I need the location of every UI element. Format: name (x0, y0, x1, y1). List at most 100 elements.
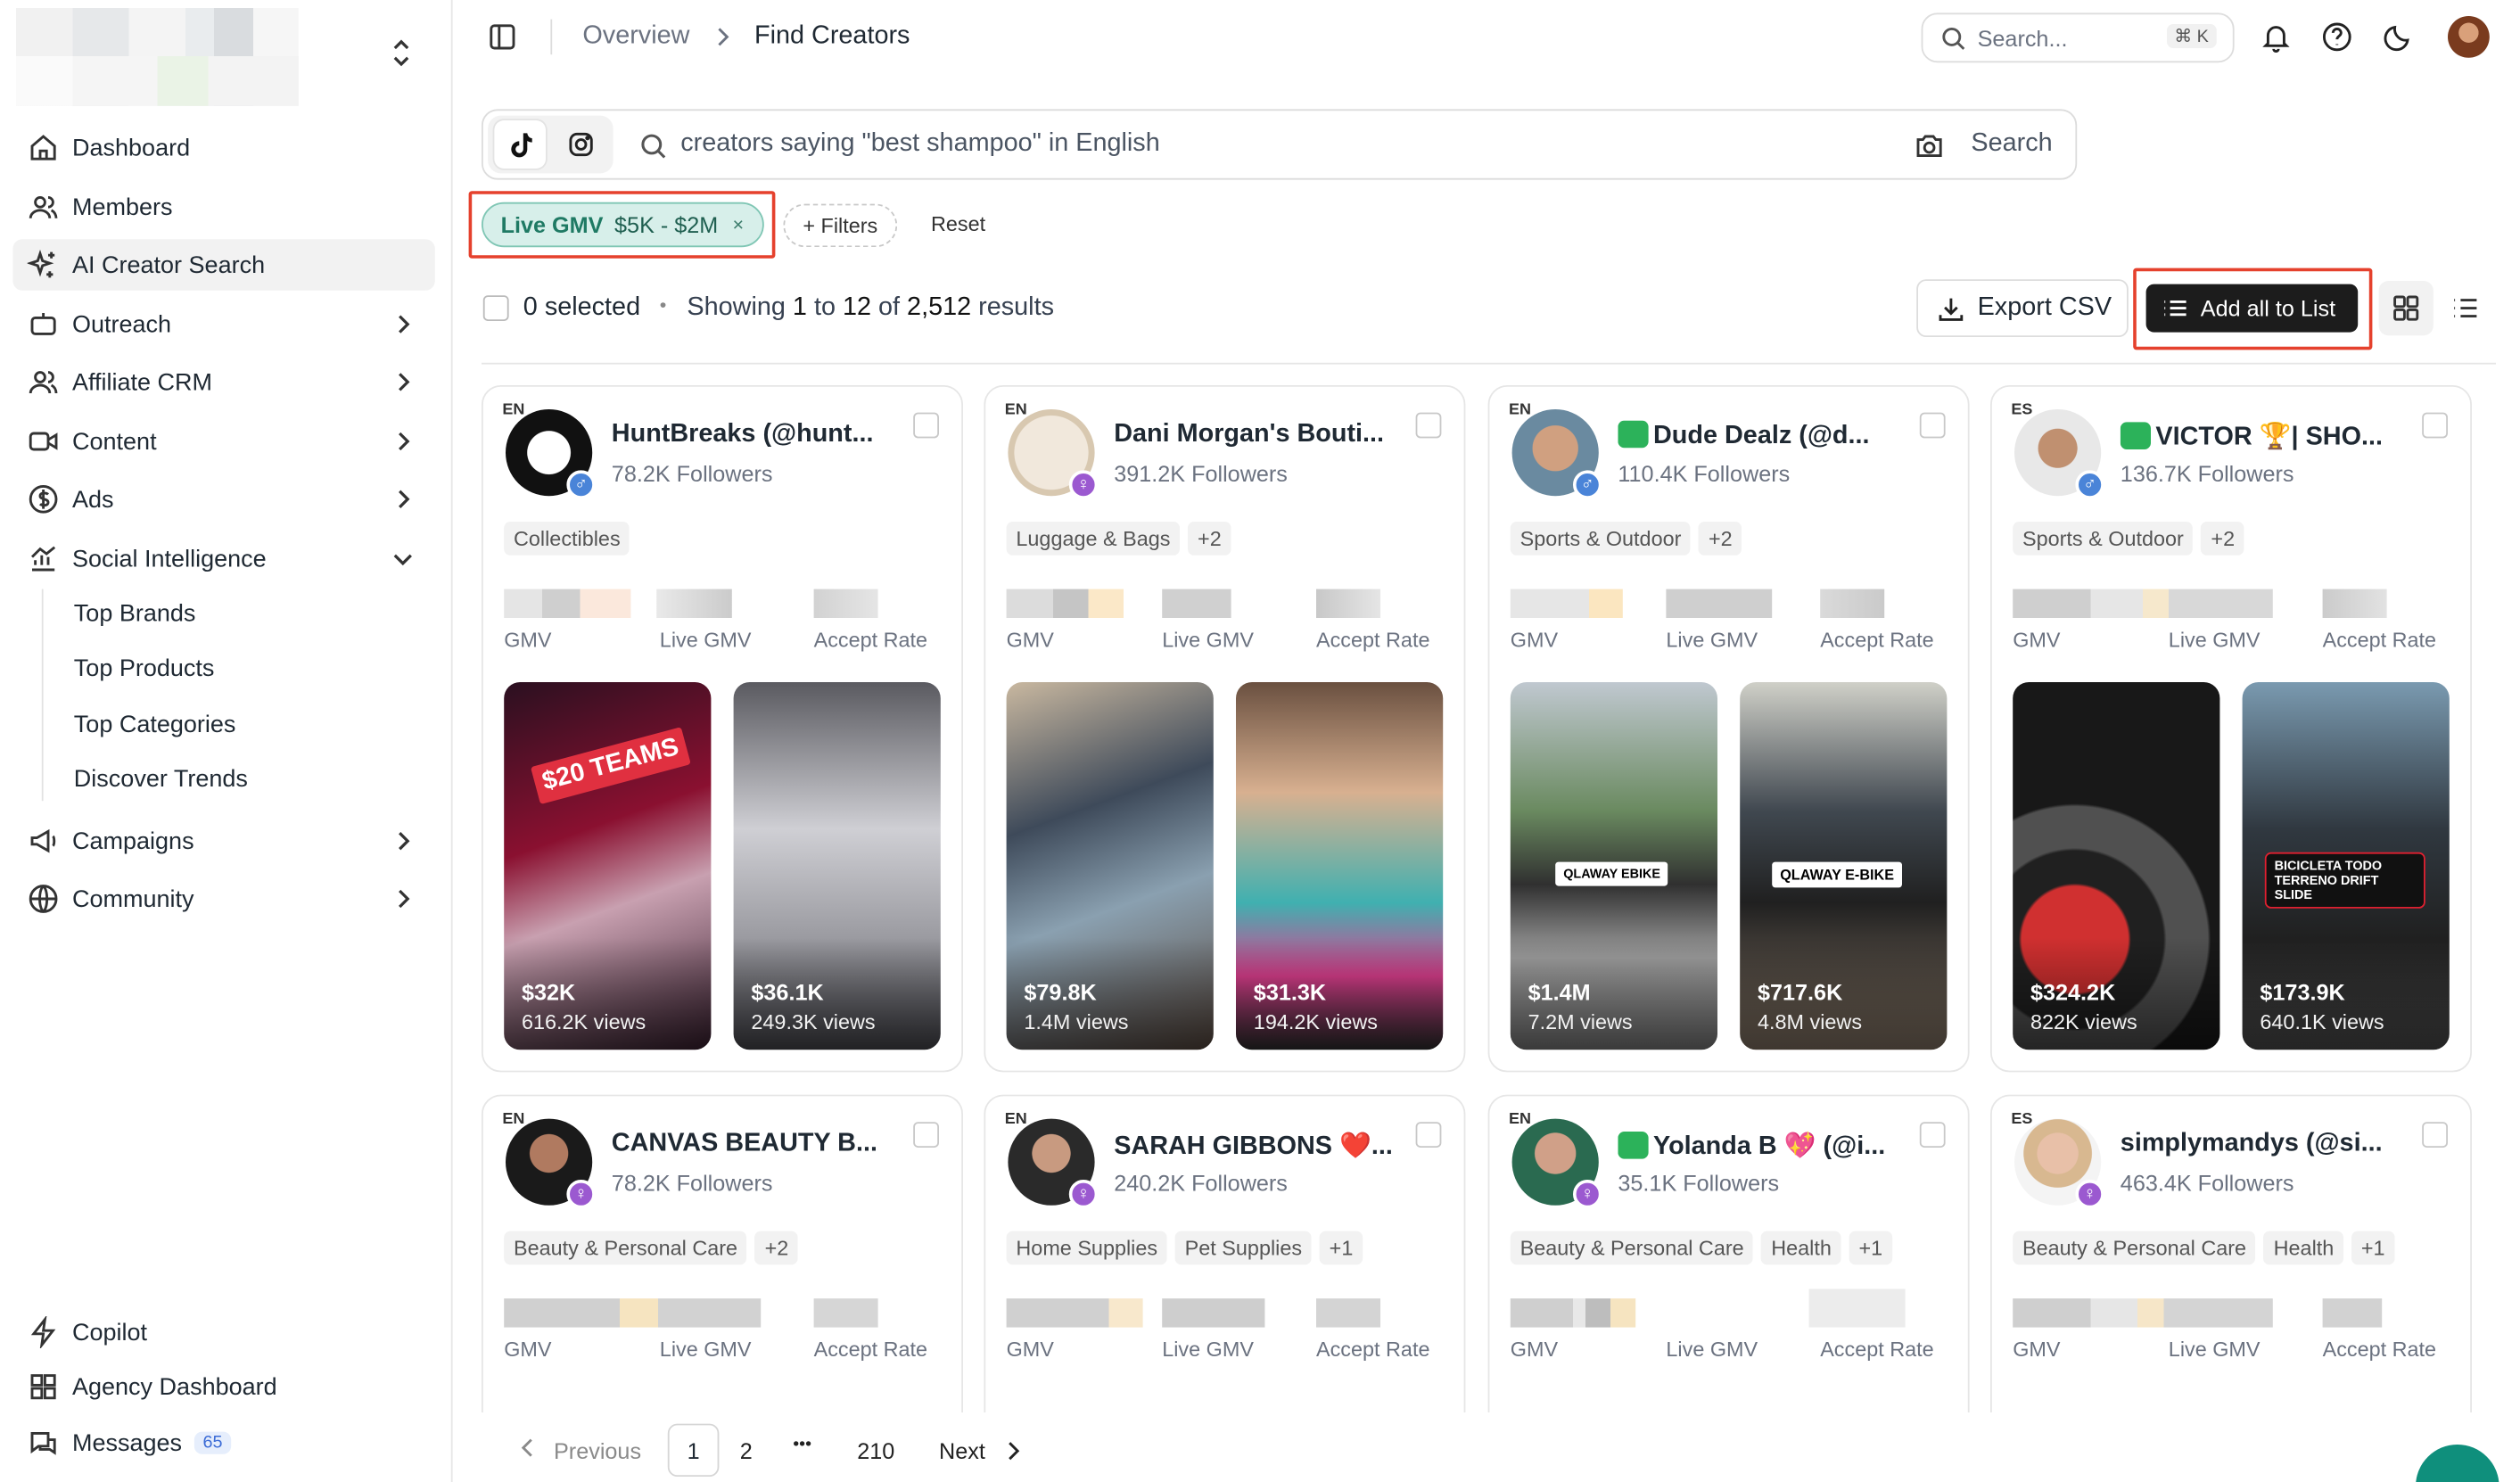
sidebar-subitem-discover-trends[interactable]: Discover Trends (74, 766, 248, 794)
bell-icon[interactable] (2260, 21, 2292, 53)
page-1-button[interactable]: 1 (667, 1423, 720, 1477)
video-thumbnail[interactable]: QLAWAY EBIKE $1.4M 7.2M views (1510, 682, 1717, 1050)
select-checkbox[interactable] (2422, 1122, 2448, 1148)
video-icon (28, 425, 60, 457)
chevron-up-down-icon[interactable] (385, 36, 417, 71)
sidebar-item-copilot[interactable]: Copilot (12, 1306, 434, 1358)
breadcrumb-overview[interactable]: Overview (582, 22, 689, 51)
sidebar-item-content[interactable]: Content (12, 416, 434, 467)
creator-query-input[interactable]: creators saying "best shampoo" in Englis… (680, 130, 1160, 159)
creator-name[interactable]: CANVAS BEAUTY B... (612, 1130, 917, 1158)
select-checkbox[interactable] (913, 1122, 939, 1148)
live-gmv-label: Live GMV (1162, 627, 1254, 652)
video-thumbnail[interactable]: $20 TEAMS $32K 616.2K views (504, 682, 712, 1050)
creator-name[interactable]: Dani Morgan's Bouti... (1114, 421, 1419, 449)
category-tag: Beauty & Personal Care (2013, 1231, 2256, 1265)
video-thumbnail[interactable]: $31.3K 194.2K views (1236, 682, 1444, 1050)
accept-rate-value-blurred (2322, 589, 2387, 618)
accept-rate-value-blurred (1820, 589, 1885, 618)
female-gender-icon: ♀ (1068, 1180, 1099, 1209)
export-csv-button[interactable]: Export CSV (1916, 279, 2129, 337)
close-icon[interactable]: × (733, 213, 745, 235)
instagram-icon[interactable] (556, 120, 607, 169)
sidebar-toggle-icon[interactable] (488, 22, 516, 51)
view-toggle (2378, 281, 2496, 336)
sidebar-item-dashboard[interactable]: Dashboard (12, 122, 434, 174)
creator-name[interactable]: Yolanda B 💖 (@i... (1618, 1130, 1923, 1162)
page-2-button[interactable]: 2 (740, 1438, 753, 1464)
sidebar-item-ads[interactable]: Ads (12, 473, 434, 525)
sidebar-subitem-top-products[interactable]: Top Products (74, 655, 215, 682)
page-210-button[interactable]: 210 (857, 1438, 894, 1464)
select-checkbox[interactable] (913, 412, 939, 439)
creator-card[interactable]: ES ♂ VICTOR 🏆| SHO... 136.7K Followers S… (1990, 385, 2472, 1073)
video-thumbnail[interactable]: BICICLETA TODO TERRENO DRIFT SLIDE $173.… (2242, 682, 2450, 1050)
select-checkbox[interactable] (1919, 1122, 1946, 1148)
camera-icon[interactable] (1914, 130, 1946, 162)
top-bar: Overview Find Creators Search... ⌘ K (454, 0, 2520, 77)
creator-name[interactable]: SARAH GIBBONS ❤️... (1114, 1130, 1419, 1162)
video-thumbnail[interactable]: $79.8K 1.4M views (1006, 682, 1214, 1050)
tiktok-icon[interactable] (494, 120, 546, 169)
sidebar-item-community[interactable]: Community (12, 873, 434, 925)
creator-name[interactable]: simplymandys (@si... (2121, 1130, 2425, 1158)
video-thumbnail[interactable]: QLAWAY E-BIKE $717.6K 4.8M views (1740, 682, 1948, 1050)
sidebar-item-members[interactable]: Members (12, 181, 434, 233)
live-gmv-filter-chip[interactable]: Live GMV $5K - $2M × (482, 202, 764, 248)
organization-logo[interactable] (16, 8, 299, 106)
add-all-to-list-button[interactable]: Add all to List (2145, 284, 2359, 333)
creator-name[interactable]: HuntBreaks (@hunt... (612, 421, 917, 449)
live-gmv-label: Live GMV (2168, 627, 2261, 652)
search-button[interactable]: Search (1971, 130, 2052, 159)
next-button[interactable]: Next (939, 1438, 985, 1464)
accept-rate-value-blurred (813, 1298, 878, 1328)
list-view-icon[interactable] (2438, 281, 2492, 335)
creator-name-text: Dude Dealz (@d... (1653, 422, 1870, 449)
page-title: Find Creators (754, 22, 910, 50)
select-checkbox[interactable] (1919, 412, 1946, 439)
language-badge: EN (1509, 1110, 1532, 1129)
sidebar-item-messages[interactable]: Messages 65 (12, 1417, 434, 1469)
sidebar-item-ai-creator-search[interactable]: AI Creator Search (12, 239, 435, 291)
chevron-right-icon (1001, 1440, 1024, 1462)
accept-rate-label: Accept Rate (1316, 1337, 1430, 1362)
help-icon[interactable] (2321, 21, 2353, 53)
creator-name[interactable]: VICTOR 🏆| SHO... (2120, 421, 2425, 453)
select-checkbox[interactable] (2422, 412, 2448, 439)
gmv-value-blurred (1006, 589, 1124, 618)
add-filters-button[interactable]: + Filters (783, 203, 898, 248)
select-checkbox[interactable] (1415, 412, 1442, 439)
video-gmv: $31.3K (1253, 979, 1327, 1005)
bolt-icon (28, 1316, 60, 1348)
select-all-checkbox[interactable] (482, 295, 509, 321)
sidebar-item-agency-dashboard[interactable]: Agency Dashboard (12, 1361, 434, 1412)
gmv-value-blurred (1510, 589, 1623, 618)
globe-icon (28, 883, 60, 915)
gmv-value-blurred (1006, 1298, 1143, 1328)
creator-card[interactable]: EN ♀ Dani Morgan's Bouti... 391.2K Follo… (984, 385, 1466, 1073)
sidebar-item-outreach[interactable]: Outreach (12, 299, 434, 350)
language-badge: ES (2011, 1110, 2033, 1129)
creator-card[interactable]: EN ♂ HuntBreaks (@hunt... 78.2K Follower… (482, 385, 963, 1073)
creator-card[interactable]: EN ♂ Dude Dealz (@d... 110.4K Followers … (1487, 385, 1970, 1073)
results-to: 12 (842, 293, 872, 321)
male-gender-icon: ♂ (566, 470, 596, 499)
user-avatar[interactable] (2448, 16, 2490, 58)
sidebar-item-affiliate-crm[interactable]: Affiliate CRM (12, 357, 434, 408)
creator-name[interactable]: Dude Dealz (@d... (1618, 420, 1923, 451)
sidebar-item-campaigns[interactable]: Campaigns (12, 815, 434, 867)
messages-count-badge: 65 (194, 1431, 231, 1454)
home-icon (28, 132, 60, 164)
reset-button[interactable]: Reset (931, 212, 985, 236)
global-search-input[interactable]: Search... ⌘ K (1921, 12, 2235, 63)
sidebar-item-social-intelligence[interactable]: Social Intelligence (12, 533, 434, 585)
sidebar-subitem-top-brands[interactable]: Top Brands (74, 600, 196, 628)
sidebar-subitem-top-categories[interactable]: Top Categories (74, 711, 236, 738)
video-thumbnail[interactable]: $324.2K 822K views (2013, 682, 2220, 1050)
previous-button[interactable]: Previous (554, 1438, 641, 1464)
moon-icon[interactable] (2382, 21, 2414, 53)
select-checkbox[interactable] (1415, 1122, 1442, 1148)
grid-view-icon[interactable] (2378, 281, 2434, 336)
video-thumbnail[interactable]: $36.1K 249.3K views (733, 682, 941, 1050)
video-gmv: $173.9K (2260, 979, 2345, 1005)
